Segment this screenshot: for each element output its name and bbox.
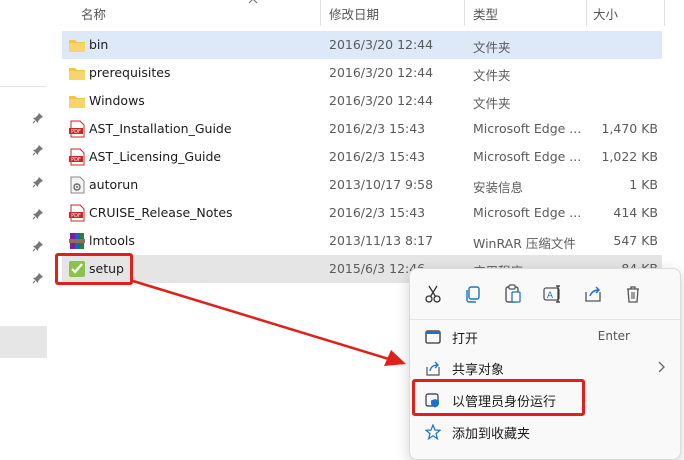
copy-icon[interactable] (462, 283, 484, 305)
file-date: 2013/10/17 9:58 (329, 177, 434, 192)
file-type: WinRAR 压缩文件 (473, 236, 576, 251)
nav-divider (0, 86, 46, 87)
folder-icon (69, 68, 85, 80)
pin-icon[interactable] (32, 112, 44, 124)
menu-item-open[interactable]: 打开 Enter (410, 322, 680, 352)
file-date: 2016/3/20 12:44 (329, 65, 434, 80)
menu-separator (410, 319, 680, 320)
star-icon (425, 424, 441, 440)
file-date: 2016/2/3 15:43 (329, 121, 426, 136)
column-divider[interactable] (664, 0, 665, 26)
file-date: 2016/2/3 15:43 (329, 205, 426, 220)
file-row[interactable]: autorun 2013/10/17 9:58 安装信息 1 KB (62, 171, 662, 199)
file-size: 1 KB (629, 177, 658, 192)
menu-label-share: 共享对象 (452, 363, 505, 378)
file-name: AST_Licensing_Guide (89, 149, 222, 164)
file-date: 2016/3/20 12:44 (329, 37, 434, 52)
file-size: 547 KB (613, 233, 658, 248)
file-size: 1,470 KB (601, 121, 658, 136)
navigation-pane (0, 0, 56, 448)
file-type: Microsoft Edge ... (473, 121, 582, 136)
pin-icon[interactable] (32, 272, 44, 284)
cut-icon[interactable] (422, 283, 444, 305)
folder-icon (69, 40, 85, 52)
file-size: 414 KB (613, 205, 658, 220)
file-date: 2016/3/20 12:44 (329, 93, 434, 108)
svg-text:PDF: PDF (71, 157, 81, 163)
column-header-size[interactable]: 大小 (593, 4, 618, 23)
paste-icon[interactable] (502, 283, 524, 305)
file-row[interactable]: lmtools 2013/11/13 8:17 WinRAR 压缩文件 547 … (62, 227, 662, 255)
pin-icon[interactable] (32, 144, 44, 156)
file-row[interactable]: prerequisites 2016/3/20 12:44 文件夹 (62, 59, 662, 87)
menu-shortcut-enter: Enter (597, 329, 630, 343)
file-date: 2013/11/13 8:17 (329, 233, 434, 248)
pin-icon[interactable] (32, 208, 44, 220)
open-icon (425, 330, 441, 344)
file-row[interactable]: PDF AST_Licensing_Guide 2016/2/3 15:43 M… (62, 143, 662, 171)
column-divider[interactable] (320, 0, 321, 26)
pin-icon[interactable] (32, 240, 44, 252)
folder-icon (69, 96, 85, 108)
file-type: Microsoft Edge ... (473, 149, 582, 164)
rename-icon[interactable]: A (542, 283, 564, 305)
context-menu: A 打开 Enter 共享对象 以管理员身份运行 添加到收藏夹 (409, 268, 681, 460)
file-size: 1,022 KB (601, 149, 658, 164)
pdf-icon: PDF (69, 204, 85, 222)
setup-info-icon (70, 176, 85, 194)
delete-icon[interactable] (622, 283, 644, 305)
pdf-icon: PDF (69, 120, 85, 138)
file-name: bin (89, 37, 109, 52)
file-name: Windows (89, 93, 145, 108)
file-name: AST_Installation_Guide (89, 121, 232, 136)
file-name: lmtools (89, 233, 135, 248)
svg-text:PDF: PDF (71, 213, 81, 219)
winrar-icon (69, 233, 85, 249)
column-divider[interactable] (586, 0, 587, 26)
pin-icon[interactable] (32, 176, 44, 188)
column-header-date[interactable]: 修改日期 (329, 4, 379, 23)
file-row[interactable]: bin 2016/3/20 12:44 文件夹 (62, 31, 662, 59)
column-header-name[interactable]: 名称 (81, 4, 106, 23)
file-row[interactable]: PDF CRUISE_Release_Notes 2016/2/3 15:43 … (62, 199, 662, 227)
file-name: prerequisites (89, 65, 171, 80)
share-icon[interactable] (582, 283, 604, 305)
share-icon (426, 361, 440, 376)
menu-label-open: 打开 (452, 332, 479, 347)
file-row[interactable]: Windows 2016/3/20 12:44 文件夹 (62, 87, 662, 115)
file-type: 文件夹 (473, 40, 511, 55)
menu-item-add-favorite[interactable]: 添加到收藏夹 (410, 417, 680, 447)
svg-text:A: A (547, 291, 554, 301)
column-header-bar: 名称 修改日期 类型 大小 (56, 0, 684, 28)
file-name: CRUISE_Release_Notes (89, 205, 233, 220)
sort-ascending-icon[interactable] (248, 0, 258, 4)
menu-label-add-favorite: 添加到收藏夹 (452, 427, 531, 442)
svg-text:PDF: PDF (71, 129, 81, 135)
file-type: Microsoft Edge ... (473, 205, 582, 220)
run-as-admin-highlight-box (412, 379, 585, 416)
setup-highlight-box (55, 253, 133, 285)
column-header-type[interactable]: 类型 (473, 4, 498, 23)
file-type: 安装信息 (473, 180, 524, 195)
chevron-right-icon (658, 361, 665, 373)
file-type: 文件夹 (473, 68, 511, 83)
file-date: 2016/2/3 15:43 (329, 149, 426, 164)
nav-selected-item[interactable] (0, 326, 47, 358)
pdf-icon: PDF (69, 148, 85, 166)
file-type: 文件夹 (473, 96, 511, 111)
file-name: autorun (89, 177, 139, 192)
column-divider[interactable] (464, 0, 465, 26)
file-row[interactable]: PDF AST_Installation_Guide 2016/2/3 15:4… (62, 115, 662, 143)
